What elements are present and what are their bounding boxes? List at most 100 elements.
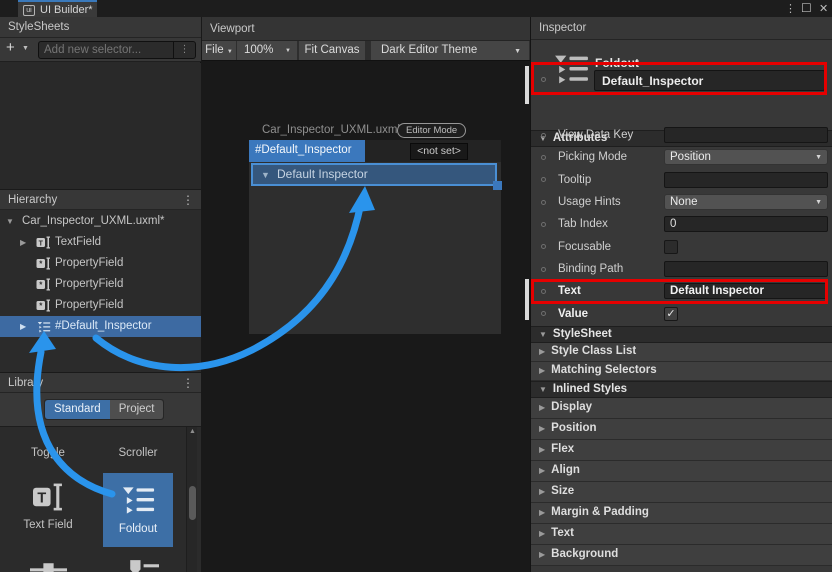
theme-dropdown-icon: ▼ [514, 42, 521, 61]
section-stylesheet[interactable]: ▼ StyleSheet [531, 326, 832, 343]
section-margin-padding[interactable]: ▶ Margin & Padding [531, 503, 832, 524]
focusable-checkbox[interactable] [664, 240, 678, 254]
add-selector-dropdown-icon[interactable]: ▼ [22, 45, 29, 52]
scroll-up-icon[interactable]: ▲ [189, 428, 196, 435]
textfield-icon: T [36, 236, 51, 249]
section-inlined-styles[interactable]: ▼ Inlined Styles [531, 381, 832, 398]
section-label: Style Class List [551, 346, 636, 358]
library-item-foldout-tile[interactable]: Foldout [103, 473, 173, 547]
viewport-toolbar: File ▼ 100% ▼ Fit Canvas Dark Editor The… [202, 41, 530, 61]
collapse-icon[interactable]: ▶ [20, 232, 26, 253]
binding-indicator [541, 289, 546, 294]
section-position[interactable]: ▶ Position [531, 419, 832, 440]
canvas[interactable]: #Default_Inspector <not set> ▼ Default I… [249, 140, 501, 334]
stylesheets-content[interactable] [0, 63, 201, 189]
collapse-icon: ▶ [539, 446, 545, 454]
selector-options-icon[interactable]: ⋮ [173, 42, 195, 58]
file-menu-button[interactable]: File ▼ [202, 41, 236, 60]
file-dropdown-icon: ▼ [227, 49, 233, 55]
tab-standard[interactable]: Standard [45, 400, 110, 419]
fit-canvas-label: Fit Canvas [305, 44, 360, 56]
slider-int-library-icon[interactable] [122, 558, 159, 572]
tab-project[interactable]: Project [110, 400, 164, 419]
section-flex[interactable]: ▶ Flex [531, 440, 832, 461]
tooltip-input[interactable] [664, 172, 828, 188]
binding-indicator [541, 155, 546, 160]
collapse-icon: ▶ [539, 488, 545, 496]
tab-index-input[interactable] [664, 216, 828, 232]
foldout-expanded-icon[interactable]: ▼ [261, 170, 270, 180]
library-item-text-field-label[interactable]: Text Field [0, 519, 96, 531]
section-text[interactable]: ▶ Text [531, 524, 832, 545]
expand-icon[interactable]: ▼ [6, 211, 14, 232]
collapse-icon: ▶ [539, 367, 545, 375]
binding-path-input[interactable] [664, 261, 828, 277]
section-display[interactable]: ▶ Display [531, 398, 832, 419]
foldout-type-icon [553, 53, 590, 85]
hierarchy-menu-icon[interactable]: ⋮ [182, 190, 194, 211]
window-close-icon[interactable]: ✕ [819, 2, 828, 15]
view-data-key-input[interactable] [664, 127, 828, 143]
stylesheets-header: StyleSheets [0, 17, 201, 38]
attr-row-view-data-key: View Data Key [531, 124, 832, 146]
scrollbar-thumb[interactable] [189, 486, 196, 520]
binding-indicator [541, 222, 546, 227]
section-style-class-list[interactable]: ▶ Style Class List [531, 343, 832, 362]
canvas-selected-element-tab[interactable]: #Default_Inspector [249, 140, 365, 162]
tree-item-label: #Default_Inspector [55, 316, 152, 337]
stylesheets-toolbar: + ▼ ⋮ [0, 38, 201, 62]
tree-row-propertyfield[interactable]: * PropertyField [0, 253, 201, 274]
library-scrollbar[interactable]: ▲ [186, 427, 197, 572]
element-name-field[interactable] [594, 70, 825, 91]
tree-row-propertyfield[interactable]: * PropertyField [0, 274, 201, 295]
section-background[interactable]: ▶ Background [531, 545, 832, 566]
attr-label: Tooltip [558, 174, 591, 186]
attach-field[interactable]: <not set> [410, 143, 468, 160]
zoom-dropdown[interactable]: 100% ▼ [237, 41, 297, 60]
tree-row-root[interactable]: ▼ Car_Inspector_UXML.uxml* [0, 211, 201, 232]
theme-dropdown[interactable]: Dark Editor Theme ▼ [371, 41, 529, 60]
binding-indicator [541, 177, 546, 182]
tree-row-default-inspector[interactable]: ▶ #Default_Inspector [0, 316, 201, 337]
section-matching-selectors[interactable]: ▶ Matching Selectors [531, 362, 832, 381]
element-type-label: Foldout [595, 56, 639, 70]
add-selector-button[interactable]: + [6, 39, 15, 56]
expand-icon: ▼ [539, 386, 547, 394]
new-selector-input[interactable] [39, 42, 172, 58]
library-item-toggle-label[interactable]: Toggle [0, 447, 96, 459]
text-attribute-input[interactable] [664, 283, 828, 299]
fit-canvas-button[interactable]: Fit Canvas [299, 41, 365, 60]
tree-row-propertyfield[interactable]: * PropertyField [0, 295, 201, 316]
resize-handle[interactable] [493, 181, 502, 190]
section-align[interactable]: ▶ Align [531, 461, 832, 482]
usage-hints-dropdown[interactable]: None ▼ [664, 194, 828, 210]
slider-library-icon[interactable] [30, 561, 67, 572]
tab-ui-builder[interactable]: ui UI Builder* [18, 0, 97, 17]
library-menu-icon[interactable]: ⋮ [182, 373, 194, 394]
window-menu-icon[interactable]: ⋮ [785, 2, 796, 15]
attributes-rows: View Data Key Picking Mode Position ▼ To… [531, 124, 832, 325]
section-label: Inlined Styles [553, 384, 627, 396]
foldout-icon [37, 321, 51, 333]
attr-row-usage-hints: Usage Hints None ▼ [531, 191, 832, 213]
attr-label: View Data Key [558, 129, 633, 141]
tree-row-textfield[interactable]: ▶ T TextField [0, 232, 201, 253]
text-field-library-icon[interactable]: T [33, 480, 64, 514]
tree-item-label: PropertyField [55, 295, 123, 316]
picking-mode-dropdown[interactable]: Position ▼ [664, 149, 828, 165]
viewport-panel: Viewport File ▼ 100% ▼ Fit Canvas Dark E… [202, 17, 530, 572]
canvas-element-foldout[interactable]: ▼ Default Inspector [251, 163, 497, 186]
window-maximize-icon[interactable]: ☐ [801, 1, 812, 15]
collapse-icon[interactable]: ▶ [20, 316, 26, 337]
attr-label: Focusable [558, 241, 611, 253]
section-size[interactable]: ▶ Size [531, 482, 832, 503]
editor-mode-button[interactable]: Editor Mode [397, 123, 466, 138]
svg-text:T: T [39, 240, 44, 247]
tab-title: UI Builder* [40, 3, 93, 17]
library-item-scroller-label[interactable]: Scroller [92, 447, 184, 459]
attr-row-focusable: Focusable [531, 236, 832, 258]
new-selector-input-wrap: ⋮ [38, 41, 196, 59]
binding-indicator [541, 200, 546, 205]
inspector-panel: Inspector Foldout ▼ Attributes View Data… [530, 17, 832, 572]
value-checkbox[interactable]: ✓ [664, 307, 678, 321]
